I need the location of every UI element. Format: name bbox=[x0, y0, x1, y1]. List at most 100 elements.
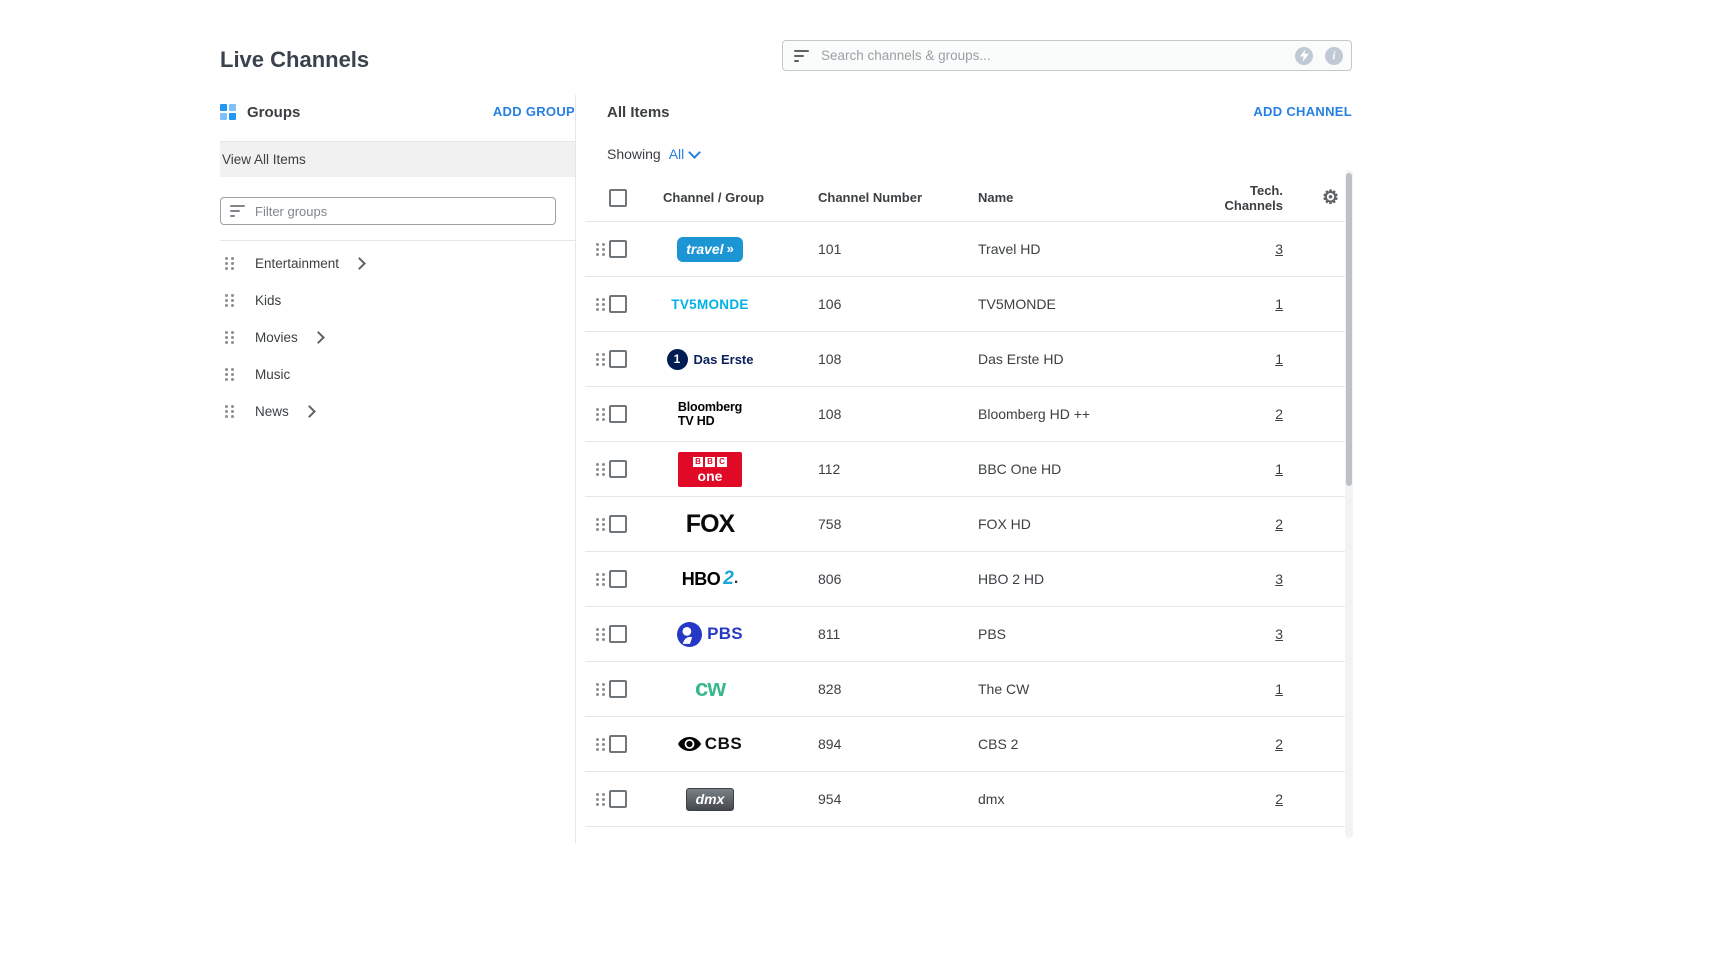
channel-logo-cell: FOX bbox=[635, 510, 785, 539]
drag-handle-icon[interactable] bbox=[225, 331, 234, 344]
all-items-header: All Items ADD CHANNEL bbox=[585, 95, 1352, 121]
showing-dropdown[interactable]: All bbox=[669, 146, 700, 162]
group-item-movies[interactable]: Movies bbox=[220, 319, 575, 356]
table-settings-gear-icon[interactable]: ⚙ bbox=[1322, 188, 1339, 207]
row-checkbox[interactable] bbox=[609, 295, 627, 313]
row-checkbox[interactable] bbox=[609, 350, 627, 368]
channel-logo-cell: 1Das Erste bbox=[635, 349, 785, 370]
drag-handle-icon[interactable] bbox=[225, 368, 234, 381]
row-checkbox[interactable] bbox=[609, 570, 627, 588]
row-checkbox[interactable] bbox=[609, 625, 627, 643]
groups-title: Groups bbox=[247, 104, 300, 121]
tech-channels-link[interactable]: 3 bbox=[1275, 241, 1283, 257]
tech-channels-link[interactable]: 3 bbox=[1275, 571, 1283, 587]
chevron-right-icon[interactable] bbox=[353, 257, 366, 270]
add-channel-button[interactable]: ADD CHANNEL bbox=[1253, 104, 1352, 119]
filter-groups-field[interactable] bbox=[220, 197, 556, 225]
row-checkbox[interactable] bbox=[609, 460, 627, 478]
drag-handle-icon[interactable] bbox=[596, 463, 605, 476]
channel-name: dmx bbox=[953, 791, 1193, 807]
drag-handle-icon[interactable] bbox=[225, 294, 234, 307]
filter-groups-input[interactable] bbox=[253, 203, 546, 220]
showing-value: All bbox=[669, 146, 685, 162]
tv5monde-logo: TV5MONDE bbox=[671, 297, 748, 312]
sidebar-divider bbox=[575, 95, 576, 843]
drag-handle-icon[interactable] bbox=[596, 243, 605, 256]
tech-channels-link[interactable]: 2 bbox=[1275, 516, 1283, 532]
tech-channels-link[interactable]: 3 bbox=[1275, 626, 1283, 642]
drag-handle-icon[interactable] bbox=[596, 738, 605, 751]
cbs-eye-icon bbox=[678, 737, 701, 751]
table-row: HBO2. 806 HBO 2 HD 3 bbox=[585, 552, 1352, 607]
channel-name: Bloomberg HD ++ bbox=[953, 406, 1193, 422]
tech-channels-link[interactable]: 1 bbox=[1275, 681, 1283, 697]
table-row: 1Das Erste 108 Das Erste HD 1 bbox=[585, 332, 1352, 387]
row-checkbox[interactable] bbox=[609, 240, 627, 258]
tech-channels-link[interactable]: 1 bbox=[1275, 461, 1283, 477]
drag-handle-icon[interactable] bbox=[596, 793, 605, 806]
header-name: Name bbox=[953, 190, 1193, 205]
showing-filter: Showing All bbox=[585, 146, 1352, 162]
row-checkbox[interactable] bbox=[609, 790, 627, 808]
channel-name: PBS bbox=[953, 626, 1193, 642]
table-body: travel» 101 Travel HD 3 TV5MONDE 106 TV5… bbox=[585, 222, 1352, 827]
row-checkbox[interactable] bbox=[609, 405, 627, 423]
global-search-bar[interactable]: i bbox=[782, 40, 1352, 71]
row-checkbox[interactable] bbox=[609, 735, 627, 753]
drag-handle-icon[interactable] bbox=[596, 573, 605, 586]
channel-number: 108 bbox=[785, 351, 953, 367]
channel-number: 811 bbox=[785, 626, 953, 642]
chevron-right-icon[interactable] bbox=[312, 331, 325, 344]
tech-channels-link[interactable]: 1 bbox=[1275, 351, 1283, 367]
drag-handle-icon[interactable] bbox=[596, 408, 605, 421]
channel-name: CBS 2 bbox=[953, 736, 1193, 752]
channel-logo-cell: dmx bbox=[635, 788, 785, 811]
drag-handle-icon[interactable] bbox=[225, 257, 234, 270]
group-item-entertainment[interactable]: Entertainment bbox=[220, 245, 575, 282]
table-row: PBS 811 PBS 3 bbox=[585, 607, 1352, 662]
tech-channels-link[interactable]: 2 bbox=[1275, 791, 1283, 807]
drag-handle-icon[interactable] bbox=[596, 353, 605, 366]
chevron-right-icon[interactable] bbox=[303, 405, 316, 418]
add-group-button[interactable]: ADD GROUP bbox=[493, 104, 575, 119]
info-icon[interactable]: i bbox=[1325, 47, 1343, 65]
group-item-kids[interactable]: Kids bbox=[220, 282, 575, 319]
group-item-news[interactable]: News bbox=[220, 393, 575, 430]
scrollbar-thumb[interactable] bbox=[1346, 173, 1352, 486]
group-item-music[interactable]: Music bbox=[220, 356, 575, 393]
dmx-logo: dmx bbox=[686, 788, 735, 811]
groups-header: Groups ADD GROUP bbox=[220, 95, 575, 142]
channel-number: 954 bbox=[785, 791, 953, 807]
drag-handle-icon[interactable] bbox=[596, 518, 605, 531]
filter-icon bbox=[230, 205, 245, 217]
drag-handle-icon[interactable] bbox=[596, 298, 605, 311]
channels-table: Channel / Group Channel Number Name Tech… bbox=[585, 174, 1352, 827]
channel-logo-cell: cw bbox=[635, 675, 785, 703]
search-input[interactable] bbox=[819, 47, 1283, 64]
view-all-items-button[interactable]: View All Items bbox=[220, 142, 575, 177]
drag-handle-icon[interactable] bbox=[596, 628, 605, 641]
drag-handle-icon[interactable] bbox=[225, 405, 234, 418]
select-all-checkbox[interactable] bbox=[609, 189, 627, 207]
channel-logo-cell: PBS bbox=[635, 622, 785, 647]
row-checkbox[interactable] bbox=[609, 680, 627, 698]
channel-name: Travel HD bbox=[953, 241, 1193, 257]
tech-channels-link[interactable]: 1 bbox=[1275, 296, 1283, 312]
table-row: TV5MONDE 106 TV5MONDE 1 bbox=[585, 277, 1352, 332]
table-header-row: Channel / Group Channel Number Name Tech… bbox=[585, 174, 1352, 222]
tech-channels-link[interactable]: 2 bbox=[1275, 406, 1283, 422]
group-label: Kids bbox=[255, 293, 281, 308]
tech-channels-link[interactable]: 2 bbox=[1275, 736, 1283, 752]
channel-number: 112 bbox=[785, 461, 953, 477]
all-items-title: All Items bbox=[607, 104, 670, 121]
chevron-down-icon bbox=[688, 146, 701, 159]
channel-logo-cell: HBO2. bbox=[635, 568, 785, 590]
fox-logo: FOX bbox=[686, 510, 734, 539]
flash-icon[interactable] bbox=[1295, 47, 1313, 65]
table-row: cw 828 The CW 1 bbox=[585, 662, 1352, 717]
bbc-one-logo: BBCone bbox=[678, 452, 742, 487]
drag-handle-icon[interactable] bbox=[596, 683, 605, 696]
table-row: FOX 758 FOX HD 2 bbox=[585, 497, 1352, 552]
row-checkbox[interactable] bbox=[609, 515, 627, 533]
table-row: dmx 954 dmx 2 bbox=[585, 772, 1352, 827]
